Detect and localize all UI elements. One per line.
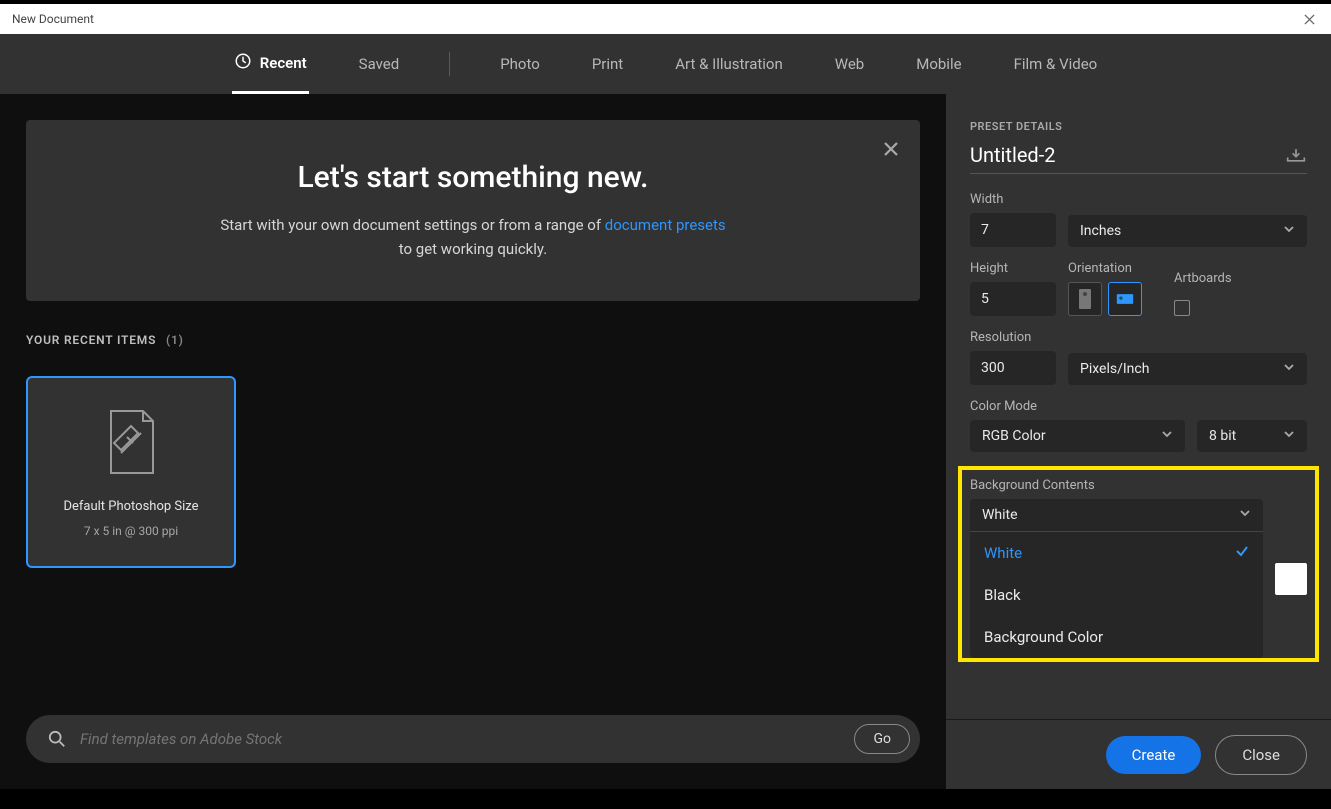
left-panel: Let's start something new. Start with yo…	[0, 94, 946, 789]
banner-close-button[interactable]	[880, 138, 902, 160]
search-input[interactable]	[80, 730, 840, 748]
template-searchbar: Go	[26, 715, 920, 763]
background-contents-label: Background Contents	[970, 478, 1307, 493]
document-name-input[interactable]	[970, 143, 1285, 167]
banner-text: Start with your own document settings or…	[74, 213, 872, 261]
background-contents-value: White	[982, 507, 1018, 523]
banner-heading: Let's start something new.	[74, 160, 872, 195]
background-color-swatch[interactable]	[1275, 563, 1307, 595]
search-icon	[48, 730, 66, 748]
orientation-label: Orientation	[1068, 261, 1142, 276]
tabs-divider	[449, 52, 450, 76]
tab-label: Recent	[260, 54, 307, 72]
tab-label: Mobile	[916, 55, 961, 73]
resolution-input[interactable]	[970, 351, 1056, 385]
window-close-button[interactable]	[1299, 9, 1319, 29]
tab-art-illustration[interactable]: Art & Illustration	[673, 34, 785, 94]
category-tabs: Recent Saved Photo Print Art & Illustrat…	[0, 34, 1331, 94]
height-input[interactable]	[970, 282, 1056, 316]
tab-label: Print	[592, 55, 623, 73]
background-contents-select[interactable]: White	[970, 499, 1263, 531]
chevron-down-icon	[1161, 428, 1173, 444]
tab-label: Photo	[500, 55, 540, 73]
chevron-down-icon	[1283, 223, 1295, 239]
close-button[interactable]: Close	[1215, 735, 1307, 775]
landscape-icon	[1116, 288, 1134, 310]
tab-label: Saved	[359, 55, 400, 73]
tab-label: Art & Illustration	[675, 55, 783, 73]
units-value: Inches	[1080, 223, 1121, 239]
preset-name: Default Photoshop Size	[63, 499, 198, 514]
resolution-units-select[interactable]: Pixels/Inch	[1068, 353, 1307, 385]
window-title: New Document	[12, 12, 94, 26]
background-contents-highlight: Background Contents White White	[958, 466, 1319, 662]
clock-icon	[234, 52, 252, 74]
preset-card-default[interactable]: Default Photoshop Size 7 x 5 in @ 300 pp…	[26, 376, 236, 568]
portrait-icon	[1076, 288, 1094, 310]
color-mode-select[interactable]: RGB Color	[970, 420, 1185, 452]
check-icon	[1235, 544, 1249, 562]
color-mode-value: RGB Color	[982, 428, 1046, 444]
orientation-landscape-button[interactable]	[1108, 282, 1142, 316]
tab-photo[interactable]: Photo	[498, 34, 542, 94]
height-label: Height	[970, 261, 1056, 276]
document-presets-link[interactable]: document presets	[605, 216, 726, 234]
bg-option-background-color[interactable]: Background Color	[970, 616, 1263, 658]
orientation-portrait-button[interactable]	[1068, 282, 1102, 316]
width-label: Width	[970, 192, 1307, 207]
color-depth-value: 8 bit	[1209, 428, 1236, 444]
width-input[interactable]	[970, 213, 1056, 247]
color-depth-select[interactable]: 8 bit	[1197, 420, 1307, 452]
document-icon	[103, 407, 159, 479]
tab-saved[interactable]: Saved	[357, 34, 402, 94]
bg-option-black[interactable]: Black	[970, 574, 1263, 616]
tab-recent[interactable]: Recent	[232, 34, 309, 94]
tab-mobile[interactable]: Mobile	[914, 34, 963, 94]
tab-label: Web	[835, 55, 864, 73]
units-select[interactable]: Inches	[1068, 215, 1307, 247]
download-icon	[1286, 147, 1306, 163]
bottom-strip	[0, 789, 1331, 809]
tab-film-video[interactable]: Film & Video	[1012, 34, 1100, 94]
preset-details-panel: PRESET DETAILS Width Inches	[946, 94, 1331, 789]
recent-items-label: YOUR RECENT ITEMS (1)	[26, 333, 184, 347]
recent-items-count: (1)	[166, 333, 184, 347]
tab-print[interactable]: Print	[590, 34, 625, 94]
resolution-units-value: Pixels/Inch	[1080, 361, 1149, 377]
resolution-label: Resolution	[970, 330, 1307, 345]
search-go-button[interactable]: Go	[854, 724, 910, 754]
chevron-down-icon	[1283, 428, 1295, 444]
chevron-down-icon	[1283, 361, 1295, 377]
artboards-checkbox[interactable]	[1174, 300, 1190, 316]
save-preset-button[interactable]	[1285, 144, 1307, 166]
create-button[interactable]: Create	[1106, 736, 1202, 774]
tab-label: Film & Video	[1014, 55, 1098, 73]
preset-cards: Default Photoshop Size 7 x 5 in @ 300 pp…	[26, 376, 920, 568]
color-mode-label: Color Mode	[970, 399, 1307, 414]
recent-items-header: YOUR RECENT ITEMS (1)	[26, 329, 920, 348]
preset-dimensions: 7 x 5 in @ 300 ppi	[84, 524, 178, 538]
titlebar: New Document	[0, 0, 1331, 34]
chevron-down-icon	[1239, 507, 1251, 523]
bg-option-white[interactable]: White	[970, 532, 1263, 574]
dialog-footer: Create Close	[946, 719, 1331, 789]
preset-details-label: PRESET DETAILS	[970, 120, 1307, 133]
artboards-label: Artboards	[1174, 271, 1232, 286]
tab-web[interactable]: Web	[833, 34, 866, 94]
background-contents-dropdown: White Black Background Color	[970, 531, 1263, 658]
close-icon	[1304, 14, 1315, 25]
welcome-banner: Let's start something new. Start with yo…	[26, 120, 920, 301]
close-icon	[883, 141, 899, 157]
